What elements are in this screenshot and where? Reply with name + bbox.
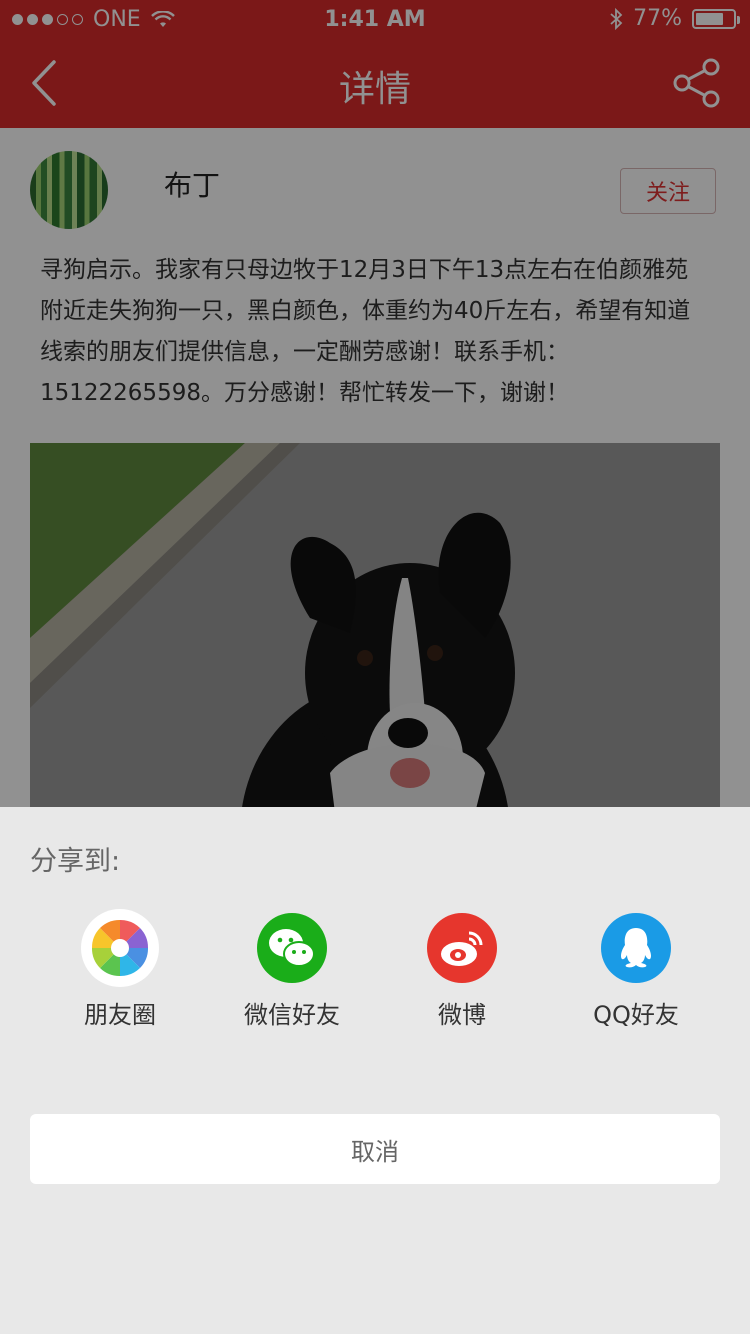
- qq-icon: [601, 913, 671, 983]
- moments-icon: [81, 909, 159, 987]
- share-weibo-button[interactable]: 微博: [372, 913, 552, 1030]
- share-qq-label: QQ好友: [593, 1001, 679, 1029]
- cancel-button[interactable]: 取消: [30, 1114, 720, 1184]
- share-weibo-label: 微博: [438, 1001, 486, 1029]
- wechat-icon: [257, 913, 327, 983]
- share-sheet: 分享到: 朋友圈 微信好友 微博 QQ好友 取消: [0, 807, 750, 1334]
- share-moments-label: 朋友圈: [84, 1001, 156, 1029]
- weibo-icon: [427, 913, 497, 983]
- share-qq-button[interactable]: QQ好友: [546, 913, 726, 1030]
- share-sheet-title: 分享到:: [30, 846, 121, 877]
- share-wechat-button[interactable]: 微信好友: [202, 913, 382, 1030]
- share-wechat-label: 微信好友: [244, 1001, 340, 1029]
- share-moments-button[interactable]: 朋友圈: [30, 909, 210, 1030]
